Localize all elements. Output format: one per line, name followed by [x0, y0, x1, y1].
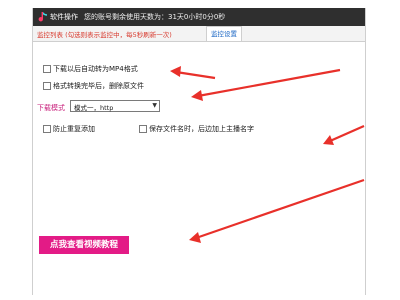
view-video-tutorial-button[interactable]: 点我查看视频教程: [39, 236, 129, 254]
append-streamer-name-checkbox[interactable]: [139, 125, 147, 133]
prevent-duplicate-checkbox[interactable]: [43, 125, 51, 133]
delete-source-checkbox[interactable]: [43, 82, 51, 90]
download-mode-label: 下载模式: [37, 104, 65, 112]
chevron-down-icon: ▼: [152, 102, 157, 109]
tab-monitor-settings[interactable]: 监控设置: [206, 26, 242, 41]
download-mode-value: 模式一，http: [74, 104, 114, 112]
auto-convert-mp4-checkbox[interactable]: [43, 65, 51, 73]
app-window: 软件操作 您的账号剩余使用天数为：31天0小时0分0秒 监控列表 (勾选则表示监…: [32, 8, 366, 295]
title-bar: 软件操作 您的账号剩余使用天数为：31天0小时0分0秒: [33, 8, 365, 26]
download-mode-select[interactable]: 模式一，http ▼: [70, 100, 160, 112]
append-streamer-name-label: 保存文件名时，后边加上主播名字: [149, 125, 254, 133]
software-menu[interactable]: 软件操作: [50, 12, 78, 22]
delete-source-label: 格式转换完毕后，删除原文件: [53, 82, 144, 90]
tab-strip: 监控列表 (勾选则表示监控中，每5秒刷新一次) 监控设置: [33, 26, 365, 42]
music-note-icon: [38, 12, 47, 22]
tab-monitor-list[interactable]: 监控列表 (勾选则表示监控中，每5秒刷新一次): [37, 29, 172, 39]
account-days-remaining: 您的账号剩余使用天数为：31天0小时0分0秒: [84, 13, 226, 21]
prevent-duplicate-label: 防止重复添加: [53, 125, 95, 133]
auto-convert-mp4-label: 下载以后自动转为MP4格式: [53, 65, 138, 73]
